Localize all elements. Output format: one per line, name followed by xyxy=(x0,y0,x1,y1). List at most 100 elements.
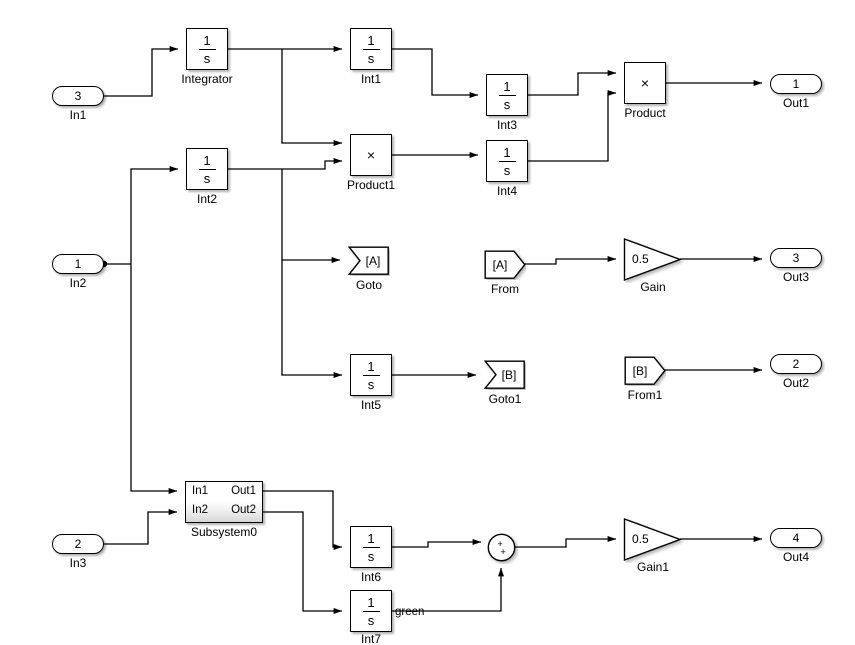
subsystem0-output-out1: Out1 xyxy=(231,485,256,497)
wire-in3-to-subsystem0-in2 xyxy=(104,509,178,545)
int1-denominator: s xyxy=(367,50,375,66)
wire-int2-to-goto xyxy=(281,169,341,264)
multiply-icon: × xyxy=(640,75,650,91)
inport-in2-label: In2 xyxy=(69,276,87,290)
outport-out4-label: Out4 xyxy=(782,550,809,564)
product-block[interactable]: × xyxy=(624,62,666,104)
int7-block[interactable]: 1 s xyxy=(350,590,392,632)
int3-block-label: Int3 xyxy=(496,118,517,132)
wire-int2-to-int5 xyxy=(281,260,343,379)
fraction-bar-icon xyxy=(362,374,380,376)
subsystem0-output-out2: Out2 xyxy=(231,504,256,516)
inport-in1[interactable]: 3 xyxy=(52,86,104,106)
fraction-bar-icon xyxy=(498,160,516,162)
int1-block-label: Int1 xyxy=(360,72,381,86)
goto1-block-label: Goto1 xyxy=(488,392,522,406)
svg-text:+: + xyxy=(501,547,506,557)
inport-in3-label: In3 xyxy=(69,556,87,570)
outport-out1-number: 1 xyxy=(792,77,800,91)
inport-in2[interactable]: 1 xyxy=(52,254,104,274)
integrator-block-label: Integrator xyxy=(181,72,233,86)
integrator-block[interactable]: 1 s xyxy=(186,28,228,70)
wire-int6-to-sum xyxy=(392,539,482,548)
integrator-numerator: 1 xyxy=(203,32,211,48)
goto-block-tag: [A] xyxy=(365,254,381,268)
int6-denominator: s xyxy=(367,548,375,564)
int1-numerator: 1 xyxy=(367,32,375,48)
int4-block[interactable]: 1 s xyxy=(486,140,528,182)
gain1-block-value: 0.5 xyxy=(632,532,649,546)
gain-block-value: 0.5 xyxy=(632,252,649,266)
fraction-bar-icon xyxy=(198,168,216,170)
fraction-bar-icon xyxy=(362,48,380,50)
wire-from-to-gain xyxy=(524,256,617,265)
product-block-label: Product xyxy=(624,106,666,120)
product1-block-label: Product1 xyxy=(346,178,396,192)
outport-out3-label: Out3 xyxy=(782,270,809,284)
inport-in3[interactable]: 2 xyxy=(52,534,104,554)
wire-int3-to-product xyxy=(528,70,617,96)
outport-out1-label: Out1 xyxy=(782,96,809,110)
transfer-function-icon: 1 s xyxy=(498,144,516,178)
int2-block-label: Int2 xyxy=(196,192,217,206)
wire-in2-to-subsystem0-in1 xyxy=(130,264,178,495)
outport-out1[interactable]: 1 xyxy=(770,74,822,94)
outport-out3[interactable]: 3 xyxy=(770,248,822,268)
int3-block[interactable]: 1 s xyxy=(486,74,528,116)
int3-numerator: 1 xyxy=(503,78,511,94)
subsystem0-block-label: Subsystem0 xyxy=(190,525,258,539)
from1-block-label: From1 xyxy=(627,388,663,402)
outport-out4[interactable]: 4 xyxy=(770,528,822,548)
from-block-tag: [A] xyxy=(492,258,508,272)
int5-numerator: 1 xyxy=(367,358,375,374)
fraction-bar-icon xyxy=(498,94,516,96)
sum-block[interactable]: + + xyxy=(486,532,518,564)
int7-denominator: s xyxy=(367,612,375,628)
subsystem0-block[interactable]: In1 In2 Out1 Out2 xyxy=(185,481,263,523)
int1-block[interactable]: 1 s xyxy=(350,28,392,70)
goto-block-label: Goto xyxy=(355,278,382,292)
transfer-function-icon: 1 s xyxy=(498,78,516,112)
inport-in2-number: 1 xyxy=(74,257,82,271)
int6-block-label: Int6 xyxy=(360,570,381,584)
int5-block[interactable]: 1 s xyxy=(350,354,392,396)
goto1-block-tag: [B] xyxy=(501,368,517,382)
outport-out2[interactable]: 2 xyxy=(770,354,822,374)
wire-integrator-to-product1 xyxy=(281,49,343,147)
int5-denominator: s xyxy=(367,376,375,392)
outport-out2-label: Out2 xyxy=(782,376,809,390)
subsystem0-input-in1: In1 xyxy=(192,485,208,497)
product1-block[interactable]: × xyxy=(350,134,392,176)
int6-numerator: 1 xyxy=(367,530,375,546)
wire-in2-to-int2 xyxy=(130,166,179,264)
inport-in1-number: 3 xyxy=(74,89,82,103)
transfer-function-icon: 1 s xyxy=(362,32,380,66)
fraction-bar-icon xyxy=(198,48,216,50)
inport-in1-label: In1 xyxy=(69,108,87,122)
int7-block-label: Int7 xyxy=(360,632,381,645)
subsystem0-input-in2: In2 xyxy=(192,504,208,516)
transfer-function-icon: 1 s xyxy=(198,154,216,186)
multiply-icon: × xyxy=(366,147,376,163)
int6-block[interactable]: 1 s xyxy=(350,526,392,568)
integrator-denominator: s xyxy=(203,50,211,66)
gain-block-label: Gain xyxy=(640,280,666,294)
outport-out2-number: 2 xyxy=(792,357,800,371)
transfer-function-icon: 1 s xyxy=(362,594,380,628)
transfer-function-icon: 1 s xyxy=(362,530,380,564)
signal-label-green: green xyxy=(395,606,425,618)
fraction-bar-icon xyxy=(362,610,380,612)
int4-denominator: s xyxy=(503,162,511,178)
from-block-label: From xyxy=(491,282,519,296)
signal-lines-layer xyxy=(100,46,763,615)
outport-out3-number: 3 xyxy=(792,251,800,265)
int2-block[interactable]: 1 s xyxy=(186,148,228,190)
inport-in3-number: 2 xyxy=(74,537,82,551)
int3-denominator: s xyxy=(503,96,511,112)
int4-numerator: 1 xyxy=(503,144,511,160)
wire-sum-to-gain1 xyxy=(514,536,617,548)
simulink-diagram-canvas: 3 In1 1 In2 2 In3 1 Out1 3 Out3 2 Out2 4… xyxy=(0,0,855,645)
gain1-block-label: Gain1 xyxy=(636,560,670,574)
int7-numerator: 1 xyxy=(367,594,375,610)
int2-denominator: s xyxy=(203,170,211,186)
